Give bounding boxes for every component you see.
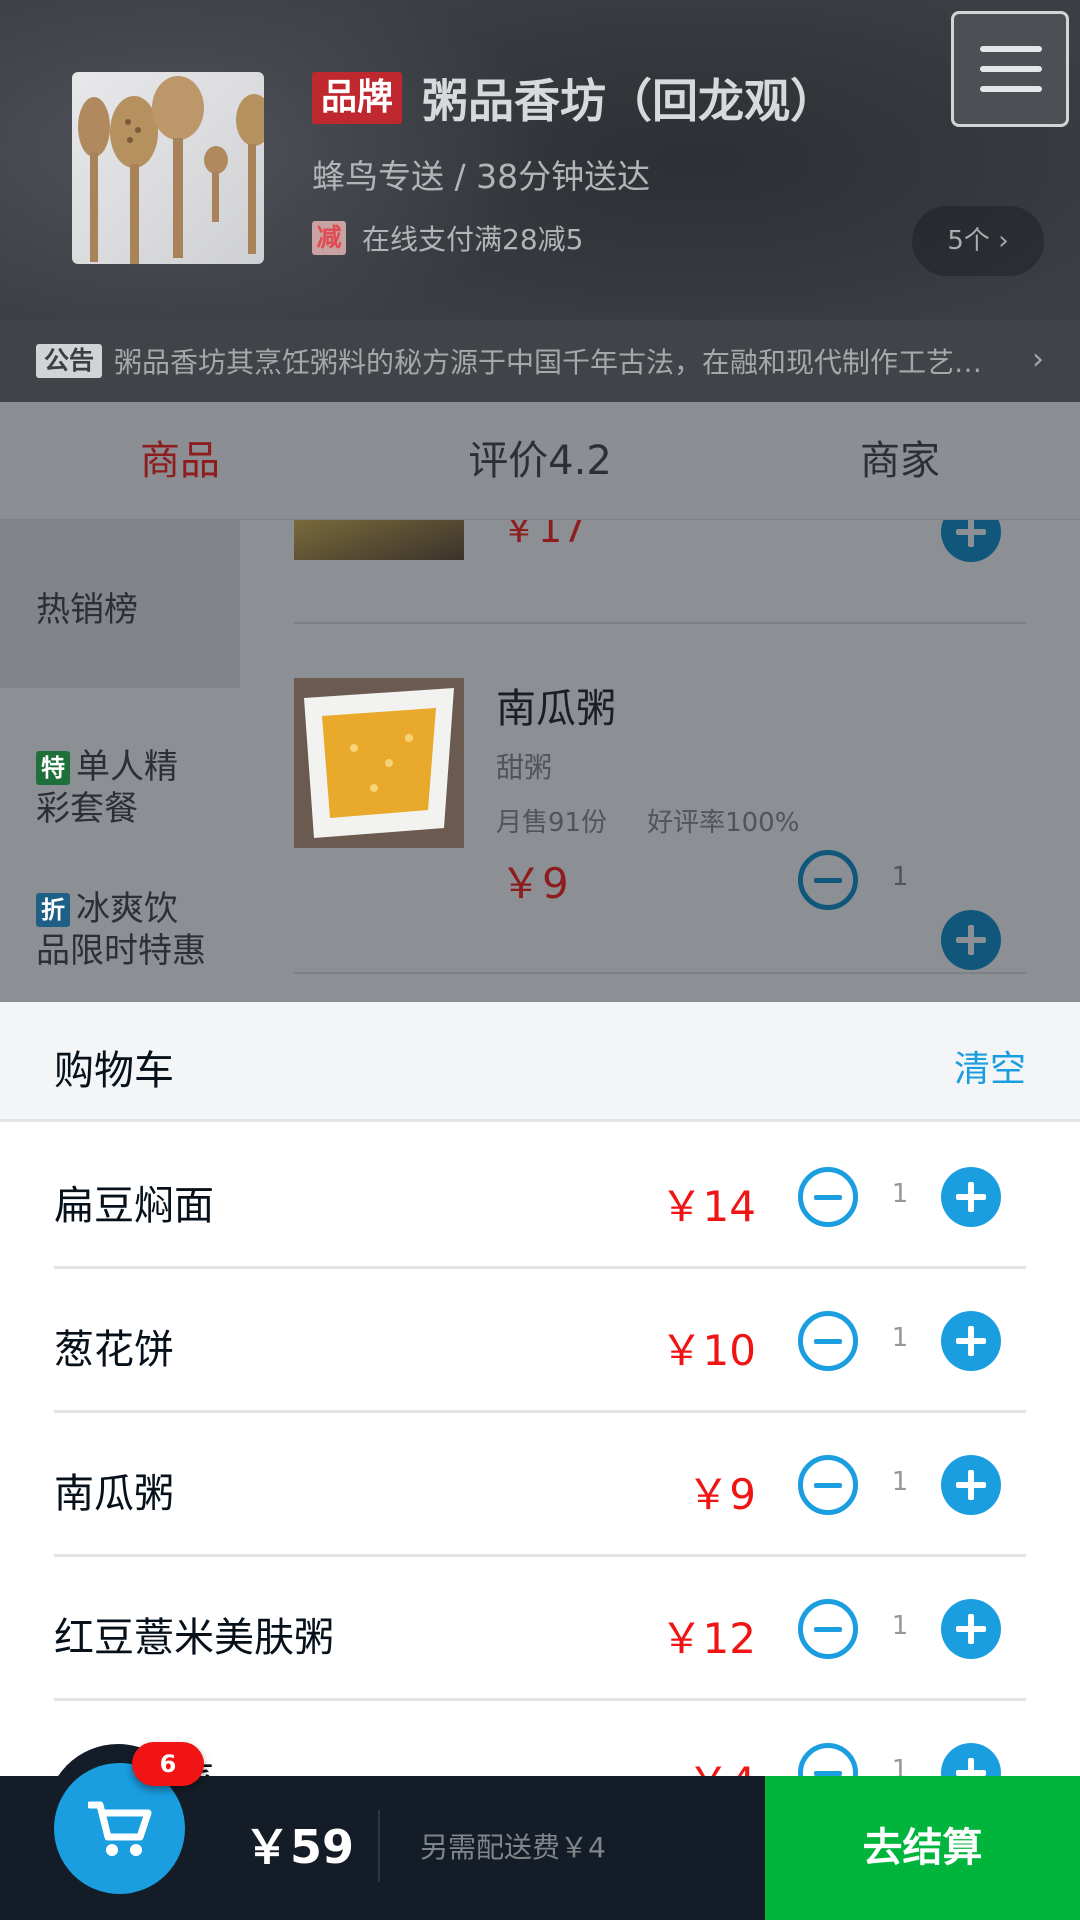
- list-divider: [294, 972, 1026, 974]
- bar-divider: [378, 1810, 380, 1882]
- notice-bar[interactable]: 公告 粥品香坊其烹饪粥料的秘方源于中国千年古法，在融和现代制作工艺，由世界烹饪大…: [0, 320, 1080, 402]
- promo-row: 减 在线支付满28减5: [312, 218, 583, 258]
- plus-circle-icon[interactable]: [941, 1743, 1001, 1778]
- discount-tag-icon: 折: [36, 893, 70, 927]
- delivery-fee: 另需配送费￥4: [420, 1831, 606, 1864]
- category-hot[interactable]: 热销榜: [0, 520, 240, 688]
- plus-circle-icon[interactable]: [941, 1455, 1001, 1515]
- plus-circle-icon[interactable]: [941, 1599, 1001, 1659]
- category-nav: 热销榜 特单人精彩套餐 折冰爽饮品限时特惠: [0, 520, 240, 1002]
- cart-item: 葱花饼 ￥10 1: [54, 1269, 1026, 1413]
- tab-ratings[interactable]: 评价4.2: [360, 402, 720, 519]
- brand-badge: 品牌: [312, 72, 403, 124]
- cart-item-price: ￥12: [660, 1614, 756, 1663]
- cart-item: 扁豆焖面 ￥14 1: [54, 1125, 1026, 1269]
- food-name: 南瓜粥: [496, 686, 616, 732]
- discount-badge-icon: 减: [312, 221, 346, 255]
- food-image-partial: [294, 520, 464, 560]
- cart-item-price: ￥4: [687, 1749, 756, 1778]
- food-price: ￥9: [500, 859, 569, 908]
- menu-icon: [980, 46, 1042, 52]
- cart-item-name: 南瓜粥: [54, 1471, 174, 1517]
- total-price: ￥59: [244, 1820, 355, 1874]
- menu-button[interactable]: [951, 11, 1069, 127]
- food-description: 甜粥: [496, 751, 553, 784]
- cart-item-count: 1: [891, 1467, 909, 1497]
- cart-item-count: 1: [891, 1611, 909, 1641]
- food-sales: 月售91份 好评率100%: [496, 802, 799, 839]
- shop-name-row: 品牌 粥品香坊（回龙观）: [312, 68, 836, 128]
- notice-text: 粥品香坊其烹饪粥料的秘方源于中国千年古法，在融和现代制作工艺，由世界烹饪大师屈浩…: [114, 346, 994, 379]
- cart-panel: 购物车 清空 扁豆焖面 ￥14 1 葱花饼 ￥10 1 南瓜粥 ￥9 1 红豆薏…: [0, 1002, 1080, 1778]
- minus-circle-icon[interactable]: [798, 1599, 858, 1659]
- plus-circle-icon[interactable]: [941, 1311, 1001, 1371]
- cart-item-name: 红豆薏米美肤粥: [54, 1615, 334, 1661]
- tab-bar: 商品 评价4.2 商家: [0, 402, 1080, 520]
- delivery-info: 蜂鸟专送 / 38分钟送达: [312, 157, 651, 196]
- cart-item-price: ￥9: [687, 1470, 756, 1519]
- shop-name: 粥品香坊（回龙观）: [422, 74, 837, 128]
- category-hot-label: 热销榜: [36, 590, 138, 630]
- cart-item-count: 1: [891, 1179, 909, 1209]
- plus-circle-icon[interactable]: [941, 520, 1001, 562]
- food-price-partial: ￥17: [500, 520, 587, 551]
- tab-goods[interactable]: 商品: [0, 402, 360, 519]
- notice-badge: 公告: [36, 344, 102, 378]
- promo-count-button[interactable]: 5个 ›: [912, 206, 1044, 276]
- special-tag-icon: 特: [36, 751, 70, 785]
- cart-count-badge: 6: [132, 1742, 204, 1786]
- cart-item: 南瓜粥 ￥9 1: [54, 1413, 1026, 1557]
- pumpkin-porridge-image: [294, 678, 464, 848]
- food-rating: 好评率100%: [647, 808, 800, 838]
- list-divider: [294, 622, 1026, 624]
- menu-icon-line: [980, 66, 1042, 72]
- cart-item-count: 1: [891, 1755, 909, 1778]
- cart-item-count: 1: [891, 1323, 909, 1353]
- food-count: 1: [891, 862, 909, 892]
- cart-item-price: ￥10: [660, 1326, 756, 1375]
- minus-circle-icon[interactable]: [798, 1311, 858, 1371]
- minus-circle-icon[interactable]: [798, 1167, 858, 1227]
- cart-item-price: ￥14: [660, 1182, 756, 1231]
- cart-item-name: 扁豆焖面: [54, 1183, 214, 1229]
- tab-seller[interactable]: 商家: [720, 402, 1080, 519]
- category-drinks[interactable]: 折冰爽饮品限时特惠: [0, 846, 240, 1002]
- menu-content: 热销榜 特单人精彩套餐 折冰爽饮品限时特惠 ￥17 南瓜粥 甜粥 月售91份 好评…: [0, 520, 1080, 1002]
- chevron-right-icon: ›: [1032, 342, 1044, 377]
- minus-circle-icon[interactable]: [798, 1743, 858, 1778]
- cart-item-name: 葱花饼: [54, 1327, 174, 1373]
- checkout-button[interactable]: 去结算: [765, 1776, 1080, 1920]
- category-single-set[interactable]: 特单人精彩套餐: [0, 688, 240, 846]
- cart-header: 购物车 清空: [0, 1002, 1080, 1122]
- cart-item: 红豆薏米美肤粥 ￥12 1: [54, 1557, 1026, 1701]
- minus-circle-icon[interactable]: [798, 1455, 858, 1515]
- plus-circle-icon[interactable]: [941, 1167, 1001, 1227]
- menu-icon-line: [980, 86, 1042, 92]
- minus-circle-icon[interactable]: [798, 850, 858, 910]
- shop-header: 品牌 粥品香坊（回龙观） 蜂鸟专送 / 38分钟送达 减 在线支付满28减5 5…: [0, 0, 1080, 402]
- promo-text: 在线支付满28减5: [362, 223, 584, 256]
- shopping-cart-icon: [87, 1801, 151, 1856]
- food-monthly-sales: 月售91份: [496, 808, 608, 838]
- plus-circle-icon[interactable]: [941, 910, 1001, 970]
- shop-avatar: [72, 72, 264, 264]
- cart-title: 购物车: [54, 1048, 174, 1094]
- clear-cart-button[interactable]: 清空: [954, 1040, 1026, 1092]
